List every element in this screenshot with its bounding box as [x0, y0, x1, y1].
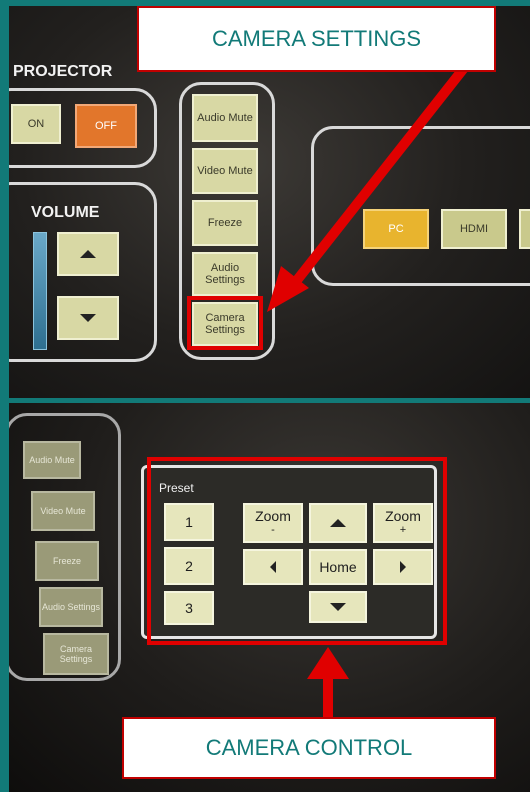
camera-control-callout: CAMERA CONTROL: [122, 717, 496, 779]
camera-settings-callout: CAMERA SETTINGS: [137, 6, 496, 72]
